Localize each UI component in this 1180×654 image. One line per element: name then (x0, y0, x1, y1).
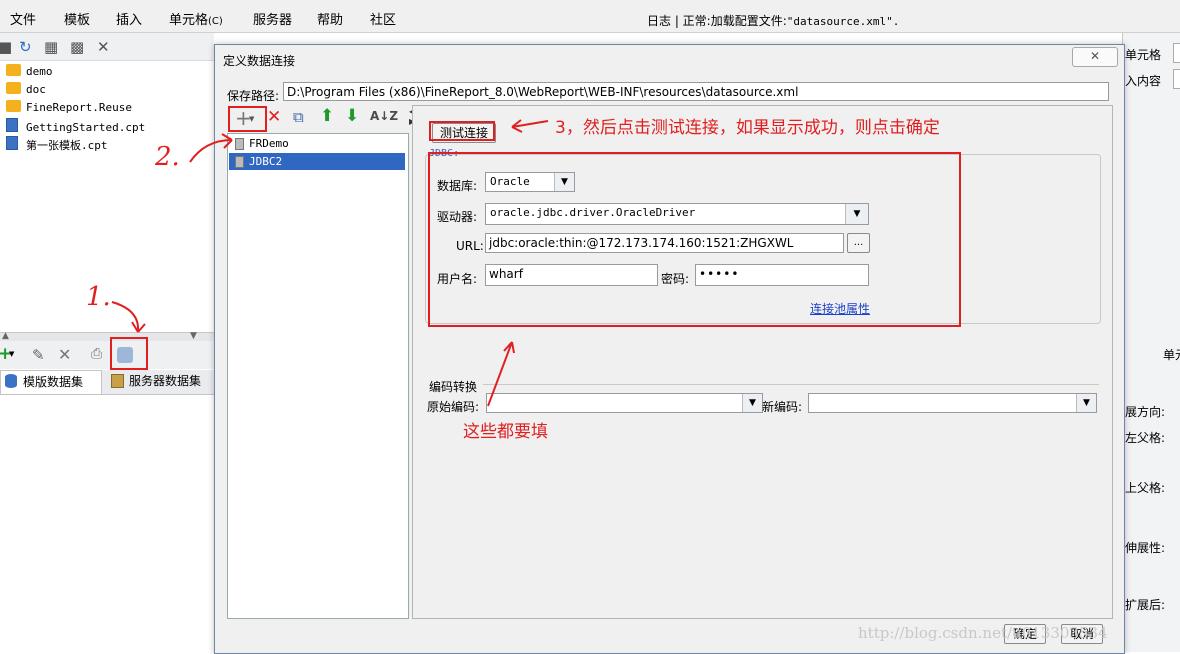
annotation-arrows (111, 119, 549, 407)
arrow-to-fields (487, 341, 513, 407)
arrow-to-add-button (189, 139, 233, 163)
watermark: http://blog.csdn.net/u013303534 (858, 624, 1108, 642)
